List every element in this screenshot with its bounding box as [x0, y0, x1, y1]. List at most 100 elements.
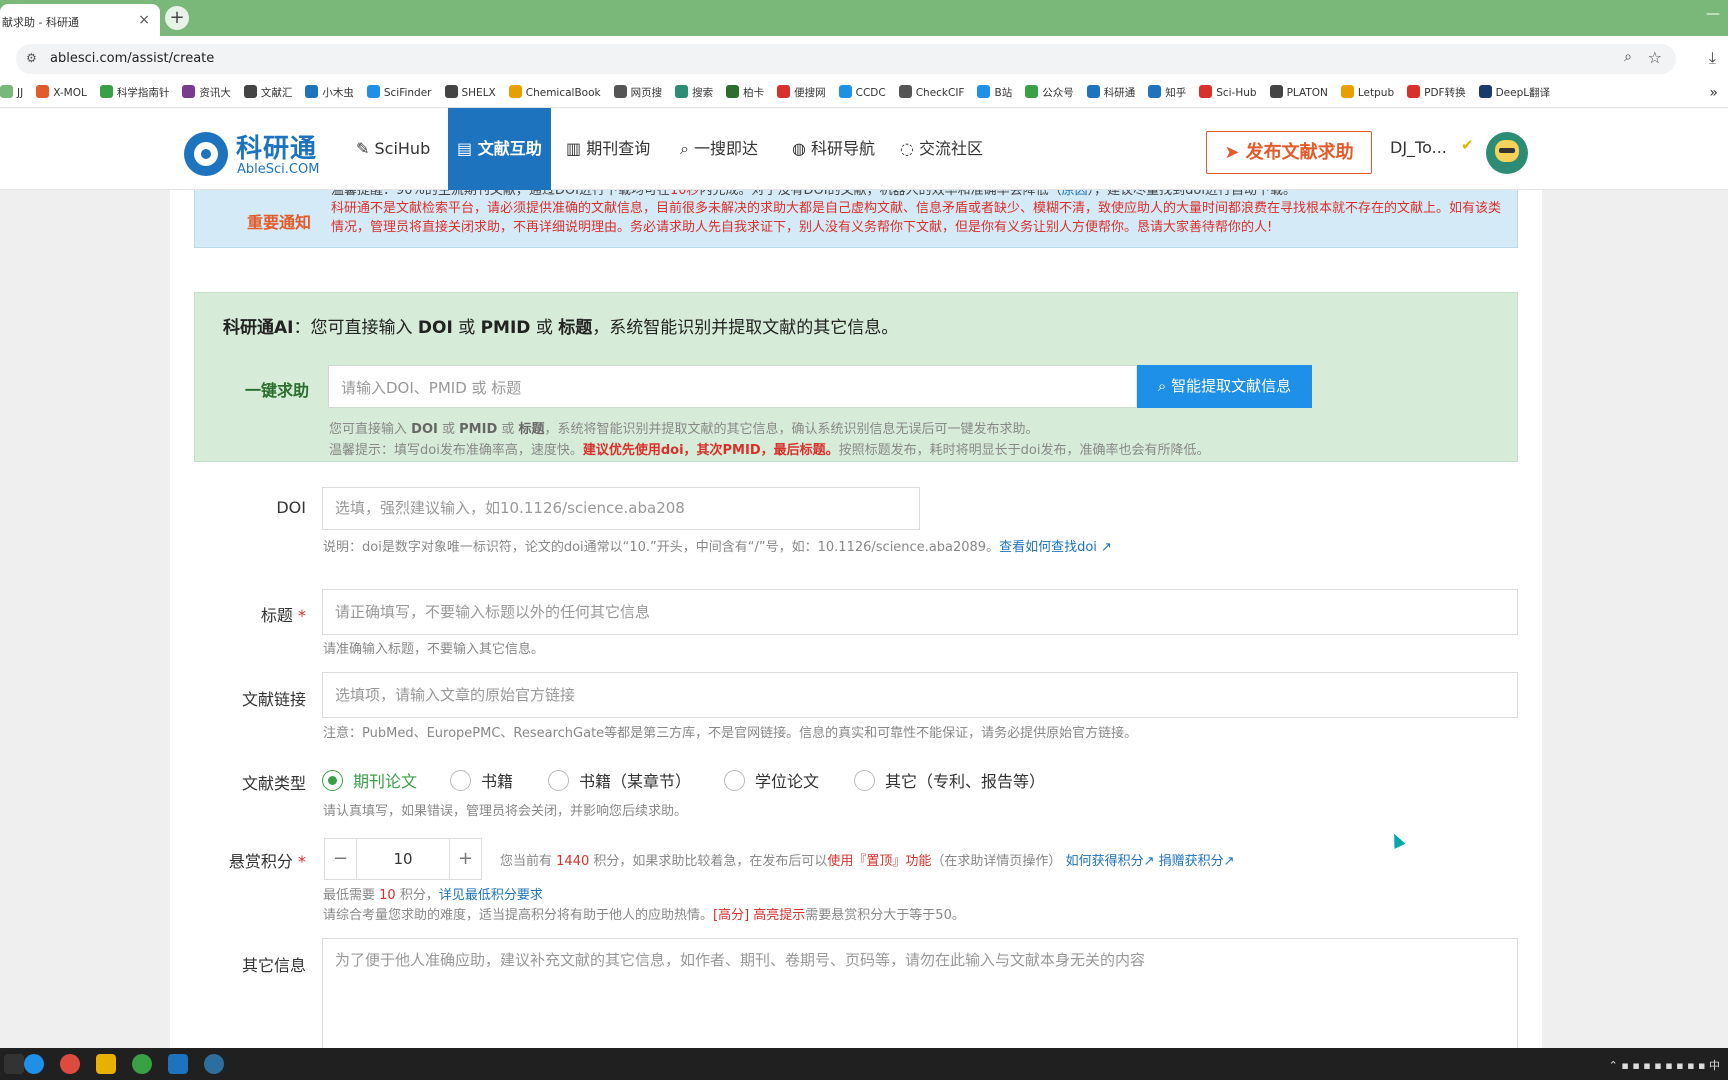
find-doi-link[interactable]: 查看如何查找doi: [999, 540, 1097, 555]
ai-assist-panel: 科研通AI：您可直接输入 DOI 或 PMID 或 标题，系统智能识别并提取文献…: [194, 292, 1518, 462]
radio-circle-icon[interactable]: [322, 770, 343, 791]
bookmark-item[interactable]: CheckCIF: [898, 82, 964, 104]
bookmark-item[interactable]: 便搜网: [777, 82, 826, 104]
download-icon[interactable]: ⤓: [1709, 48, 1716, 68]
new-tab-button[interactable]: +: [165, 6, 189, 30]
reward-increment-button[interactable]: +: [449, 839, 481, 879]
bookmarks-more-icon[interactable]: »: [1709, 85, 1718, 101]
url-text[interactable]: ablesci.com/assist/create: [50, 51, 214, 66]
radio-circle-icon[interactable]: [450, 770, 471, 791]
bookmark-item[interactable]: 科学指南针: [99, 82, 169, 104]
calculator-icon[interactable]: [168, 1054, 188, 1074]
bookmark-item[interactable]: B站: [977, 82, 1012, 104]
username[interactable]: DJ_To...: [1390, 138, 1447, 157]
nav-item-2[interactable]: ▥ 期刊查询: [566, 108, 650, 190]
bookmark-favicon-icon: [1148, 85, 1162, 98]
app-icon[interactable]: [132, 1054, 152, 1074]
radio-circle-icon[interactable]: [548, 770, 569, 791]
bookmark-item[interactable]: DeepL翻译: [1478, 82, 1550, 104]
bookmark-item[interactable]: CCDC: [838, 82, 886, 104]
ai-query-input[interactable]: 请输入DOI、PMID 或 标题: [328, 365, 1136, 408]
avatar[interactable]: [1486, 132, 1528, 174]
bookmark-favicon-icon: [36, 85, 50, 98]
file-explorer-icon[interactable]: [96, 1054, 116, 1074]
bookmark-favicon-icon: [613, 85, 627, 98]
chrome-icon[interactable]: [60, 1054, 80, 1074]
bookmark-item[interactable]: PLATON: [1269, 82, 1328, 104]
publish-request-button[interactable]: ➤ 发布文献求助: [1206, 131, 1372, 174]
bookmark-item[interactable]: 知乎: [1148, 82, 1186, 104]
bookmark-item[interactable]: 柏卡: [726, 82, 764, 104]
browser-tab-bar: 献求助 - 科研通 × + —: [0, 0, 1728, 36]
site-info-icon[interactable]: ⚙: [26, 51, 42, 67]
bookmark-item[interactable]: Letpub: [1340, 82, 1394, 104]
how-to-earn-link[interactable]: 如何获得积分: [1066, 854, 1144, 869]
nav-item-3[interactable]: ⌕ 一搜即达: [680, 108, 758, 190]
tab-title: 献求助 - 科研通: [2, 16, 79, 29]
bookmark-item[interactable]: 资讯大: [182, 82, 231, 104]
start-icon[interactable]: [4, 1054, 24, 1074]
bookmark-favicon-icon: [444, 85, 458, 98]
bookmark-item[interactable]: Sci-Hub: [1199, 82, 1257, 104]
book-icon: ▤: [457, 139, 478, 158]
other-info-textarea[interactable]: 为了便于他人准确应助，建议补充文献的其它信息，如作者、期刊、卷期号、页码等，请勿…: [322, 938, 1518, 1048]
reward-advice-hint: 请综合考量您求助的难度，适当提高积分将有助于他人的应助热情。[高分] 高亮提示需…: [323, 908, 965, 923]
tab-close-icon[interactable]: ×: [138, 12, 150, 28]
bookmark-item[interactable]: 搜索: [675, 82, 713, 104]
bookmark-favicon-icon: [1086, 85, 1100, 98]
nav-item-0[interactable]: ✎ SciHub: [356, 108, 430, 190]
type-radio[interactable]: 书籍: [450, 768, 513, 792]
browser-tab[interactable]: 献求助 - 科研通 ×: [0, 4, 160, 36]
bookmark-item[interactable]: ChemicalBook: [508, 82, 601, 104]
verified-icon: ✔: [1461, 136, 1474, 154]
type-radio[interactable]: 学位论文: [724, 768, 819, 792]
title-hint: 请准确输入标题，不要输入其它信息。: [323, 642, 545, 657]
window-minimize-icon[interactable]: —: [1706, 6, 1720, 22]
bookmark-favicon-icon: [508, 85, 522, 98]
type-radio[interactable]: 其它（专利、报告等）: [854, 768, 1045, 792]
link-input[interactable]: 选填项，请输入文章的原始官方链接: [322, 672, 1518, 718]
reward-decrement-button[interactable]: −: [325, 839, 357, 879]
star-icon[interactable]: ☆: [1648, 48, 1662, 67]
nav-item-4[interactable]: ◍ 科研导航: [792, 108, 875, 190]
radio-circle-icon[interactable]: [854, 770, 875, 791]
chat-icon: ◌: [900, 139, 920, 158]
min-points-link[interactable]: 详见最低积分要求: [439, 888, 543, 903]
other-info-label: 其它信息: [241, 956, 306, 975]
ai-panel-title: 科研通AI：您可直接输入 DOI 或 PMID 或 标题，系统智能识别并提取文献…: [223, 318, 899, 338]
reward-value[interactable]: 10: [357, 839, 449, 879]
bookmark-item[interactable]: PDF转换: [1407, 82, 1466, 104]
reward-min-hint: 最低需要 10 积分，详见最低积分要求: [323, 888, 543, 903]
system-tray[interactable]: ⌃ ▪ ▪ ▪ ▪ ▪ ▪ ▪ ▪ 中: [1609, 1057, 1720, 1073]
bookmark-favicon-icon: [1025, 85, 1039, 98]
nav-item-5[interactable]: ◌ 交流社区: [900, 108, 983, 190]
browser-app-icon[interactable]: [204, 1054, 224, 1074]
bookmark-item[interactable]: 网页搜: [613, 82, 662, 104]
edge-icon[interactable]: [24, 1054, 44, 1074]
bookmark-item[interactable]: SciFinder: [366, 82, 432, 104]
nav-item-1[interactable]: ▤ 文献互助: [448, 108, 551, 190]
reward-stepper[interactable]: − 10 +: [324, 838, 482, 880]
title-input[interactable]: 请正确填写，不要输入标题以外的任何其它信息: [322, 589, 1518, 635]
bookmark-item[interactable]: 小木虫: [305, 82, 354, 104]
extract-info-button[interactable]: ⌕ 智能提取文献信息: [1137, 365, 1312, 408]
bookmark-item[interactable]: 文献汇: [243, 82, 292, 104]
bookmark-item[interactable]: SHELX: [444, 82, 496, 104]
bookmark-item[interactable]: X-MOL: [36, 82, 87, 104]
link-hint: 注意：PubMed、EuropePMC、ResearchGate等都是第三方库，…: [323, 726, 1138, 741]
address-bar[interactable]: ⚙ ablesci.com/assist/create ⌕ ☆: [16, 44, 1676, 74]
doi-label: DOI: [276, 498, 306, 517]
zoom-icon[interactable]: ⌕: [1624, 49, 1632, 65]
doi-input[interactable]: 选填，强烈建议输入，如10.1126/science.aba208: [322, 487, 920, 530]
bookmark-favicon-icon: [99, 85, 113, 98]
bookmark-item[interactable]: 公众号: [1025, 82, 1074, 104]
donate-points-link[interactable]: 捐赠获积分: [1159, 854, 1224, 869]
external-link-icon: ↗: [1096, 540, 1112, 555]
radio-circle-icon[interactable]: [724, 770, 745, 791]
bookmark-item[interactable]: 科研通: [1086, 82, 1135, 104]
type-radio[interactable]: 期刊论文: [322, 768, 417, 792]
type-radio[interactable]: 书籍（某章节）: [548, 768, 691, 792]
bookmark-favicon-icon: [0, 85, 13, 98]
bookmark-item[interactable]: JJ: [0, 82, 23, 104]
type-hint: 请认真填写，如果错误，管理员将会关闭，并影响您后续求助。: [323, 804, 688, 819]
